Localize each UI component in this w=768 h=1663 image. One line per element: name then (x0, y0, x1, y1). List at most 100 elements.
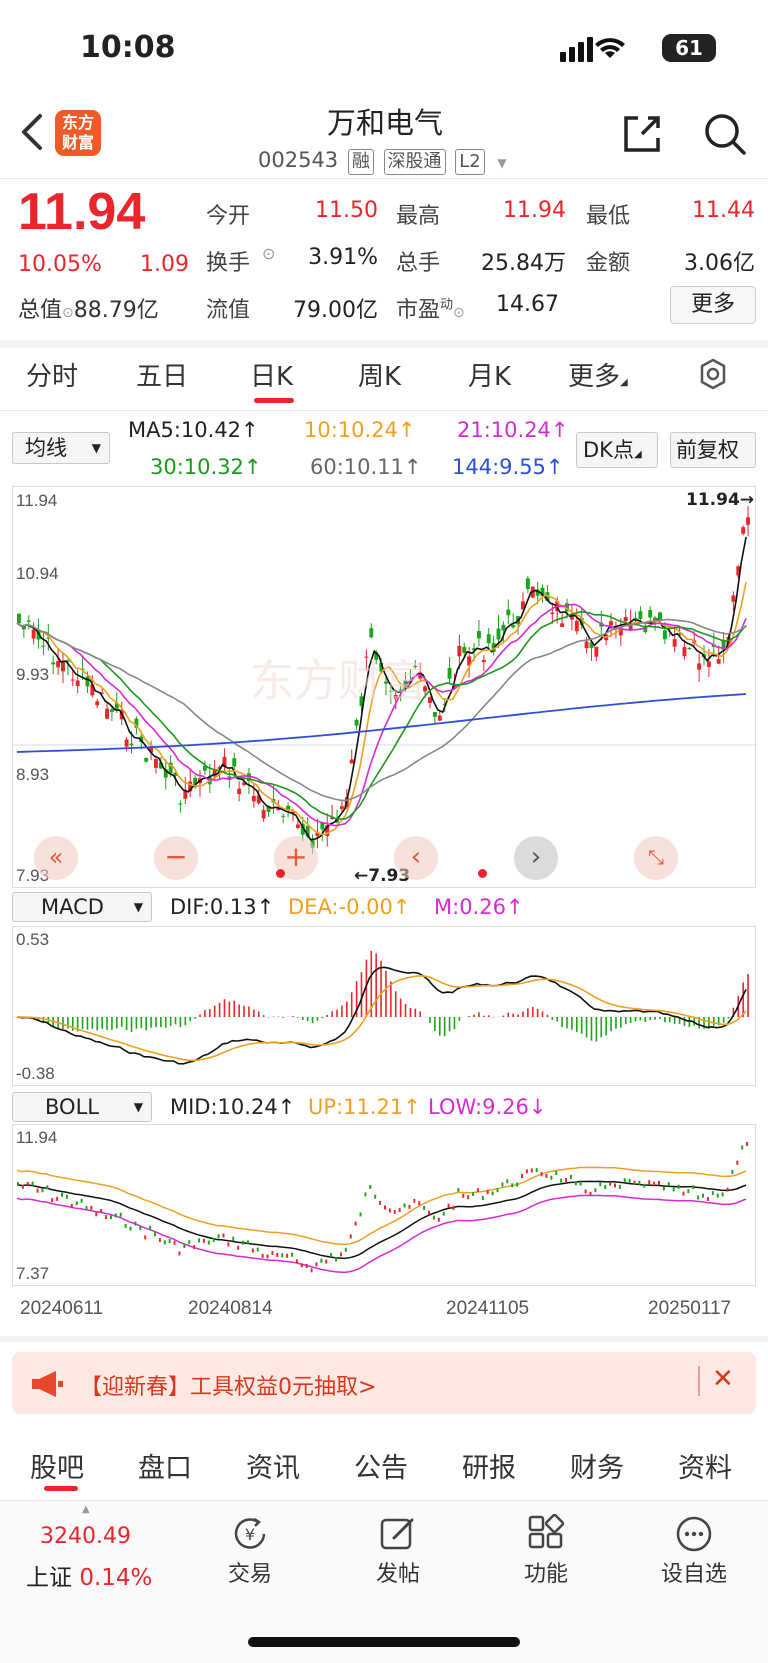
more-dots-icon[interactable] (674, 1514, 714, 1554)
boll-candle (364, 1192, 367, 1197)
macd-dea: DEA:-0.00↑ (288, 895, 411, 919)
tab-finance[interactable]: 财务 (570, 1446, 624, 1485)
step-right-button[interactable]: › (514, 836, 558, 880)
indicator-select-boll[interactable]: BOLL ▼ (12, 1092, 152, 1122)
candle-body (501, 624, 506, 631)
candle-body (633, 617, 638, 619)
boll-mid: MID:10.24↑ (170, 1095, 296, 1119)
boll-candle (398, 1208, 401, 1213)
macd-dif: DIF:0.13↑ (170, 895, 275, 919)
tab-daily-k[interactable]: 日K (250, 356, 293, 393)
boll-low: LOW:9.26↓ (428, 1095, 547, 1119)
tab-profile[interactable]: 资料 (678, 1446, 732, 1485)
indicator-select-ma[interactable]: 均线 ▼ (12, 432, 110, 464)
info-icon[interactable]: ⊙ (62, 305, 74, 321)
candle-body (706, 661, 711, 667)
boll-candle (325, 1259, 328, 1264)
stat-pe-label-text: 市盈 (396, 298, 441, 323)
boll-candle (335, 1257, 338, 1262)
boll-candle (281, 1253, 284, 1258)
high-marker: 11.94→ (686, 490, 755, 510)
boll-candle (246, 1240, 249, 1245)
boll-candle (51, 1198, 54, 1203)
search-icon[interactable] (703, 112, 747, 156)
date-label-2: 20241105 (446, 1298, 530, 1319)
boll-candle (496, 1188, 499, 1193)
tab-weekly-k[interactable]: 周K (358, 356, 401, 393)
macd-chart[interactable] (12, 926, 757, 1086)
tab-monthly-k[interactable]: 月K (468, 356, 511, 393)
dk-point-button[interactable]: DK点◢ (576, 432, 658, 468)
home-indicator (248, 1637, 520, 1647)
boll-chart[interactable] (12, 1124, 756, 1286)
index-value[interactable]: 3240.49 (40, 1524, 131, 1549)
stat-open-label: 今开 (206, 204, 251, 229)
tab-announcements[interactable]: 公告 (354, 1446, 408, 1485)
boll-candle (393, 1209, 396, 1214)
scroll-left-button[interactable]: « (34, 836, 78, 880)
boll-candle (90, 1205, 93, 1210)
ma21-value: 21:10.24↑ (457, 418, 569, 442)
boll-candle (501, 1182, 504, 1187)
tab-research[interactable]: 研报 (462, 1446, 516, 1485)
share-icon[interactable] (620, 112, 664, 156)
boll-candle (85, 1206, 88, 1211)
more-button[interactable]: 更多 (670, 286, 756, 324)
boll-candle (486, 1190, 489, 1195)
boll-candle (46, 1185, 49, 1190)
info-icon[interactable]: ⊙ (262, 244, 275, 263)
boll-candle (584, 1189, 587, 1194)
boll-candle (193, 1245, 196, 1250)
stat-volume-label: 总手 (396, 251, 441, 276)
ma60-value: 60:10.11↑ (310, 455, 422, 479)
step-left-button[interactable]: ‹ (394, 836, 438, 880)
tab-intraday[interactable]: 分时 (26, 356, 78, 393)
candle-body (716, 659, 721, 664)
tab-five-day[interactable]: 五日 (136, 356, 188, 393)
nav-customize[interactable]: 设自选 (649, 1556, 739, 1588)
nav-post[interactable]: 发帖 (353, 1556, 443, 1588)
tag-shenzhen-connect: 深股通 (383, 149, 446, 175)
settings-icon[interactable] (696, 357, 730, 391)
boll-candle (21, 1184, 24, 1189)
functions-icon[interactable] (526, 1514, 566, 1554)
candle-body (41, 645, 46, 647)
total-value: 总值⊙88.79亿 (18, 292, 159, 324)
boll-candle (418, 1201, 421, 1206)
fullscreen-button[interactable]: ⤡ (634, 836, 678, 880)
boll-candle (472, 1191, 475, 1196)
nav-functions[interactable]: 功能 (501, 1556, 591, 1588)
candle-body (584, 641, 589, 649)
stock-code-row[interactable]: 002543 融 深股通 L2 ▼ (258, 148, 507, 175)
indicator-select-macd[interactable]: MACD ▼ (12, 892, 152, 922)
boll-candle (658, 1181, 660, 1186)
back-icon[interactable] (18, 112, 48, 152)
promo-text[interactable]: 【迎新春】工具权益0元抽取> (80, 1369, 376, 1401)
boll-candle (300, 1263, 303, 1268)
boll-candle (217, 1234, 220, 1239)
boll-candle (467, 1195, 470, 1200)
stat-turnover-value: 3.91% (308, 245, 378, 270)
tab-order-book[interactable]: 盘口 (138, 1446, 192, 1485)
forward-adjust-button[interactable]: 前复权 (670, 432, 756, 468)
post-icon[interactable] (378, 1514, 418, 1554)
info-icon[interactable]: ⊙ (453, 305, 465, 321)
tab-news[interactable]: 资讯 (246, 1446, 300, 1485)
boll-candle (476, 1188, 479, 1193)
trade-icon[interactable]: ¥ (230, 1514, 270, 1554)
zoom-out-button[interactable]: − (154, 836, 198, 880)
dropdown-icon: ▼ (133, 1100, 143, 1114)
tab-forum[interactable]: 股吧 (30, 1446, 84, 1485)
nav-trade[interactable]: 交易 (205, 1556, 295, 1588)
boll-candle (516, 1182, 519, 1187)
tab-more[interactable]: 更多◢ (568, 356, 628, 393)
boll-candle (540, 1172, 543, 1177)
boll-candle (139, 1226, 142, 1231)
candle-body (511, 625, 516, 628)
index-row[interactable]: 上证 0.14% (26, 1558, 152, 1592)
boll-candle (75, 1201, 78, 1206)
boll-candle (261, 1253, 264, 1258)
change-amount: 1.09 (140, 252, 189, 277)
boll-candle (310, 1268, 313, 1273)
close-icon[interactable]: ✕ (712, 1364, 734, 1394)
